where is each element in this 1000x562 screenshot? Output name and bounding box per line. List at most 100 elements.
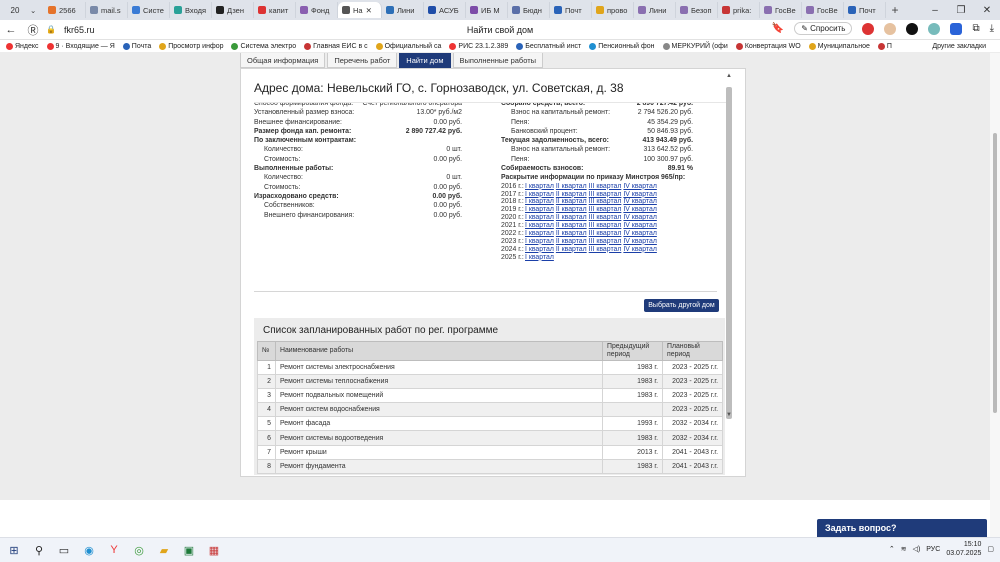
bookmark-item[interactable]: Конвертация WO bbox=[735, 42, 801, 50]
excel-icon[interactable]: ▣ bbox=[178, 539, 200, 561]
quarter-link[interactable]: I квартал bbox=[525, 230, 554, 237]
bookmark-item[interactable]: Бесплатный инст bbox=[516, 42, 581, 50]
wifi-icon[interactable]: ≋ bbox=[901, 545, 907, 553]
bookmark-item[interactable]: Яндекс bbox=[6, 42, 39, 50]
browser-tab[interactable]: Дзен bbox=[212, 2, 254, 18]
quarter-link[interactable]: III квартал bbox=[589, 230, 622, 237]
chrome-icon[interactable]: ◎ bbox=[128, 539, 150, 561]
bookmark-item[interactable]: МЕРКУРИЙ (офи bbox=[662, 42, 728, 50]
browser-tab[interactable]: Бюдн bbox=[508, 2, 550, 18]
maximize-icon[interactable]: ❐ bbox=[948, 5, 974, 16]
quarter-link[interactable]: I квартал bbox=[525, 246, 554, 253]
extension-icon[interactable] bbox=[950, 22, 963, 35]
page-scrollbar[interactable] bbox=[990, 53, 1000, 537]
quarter-link[interactable]: II квартал bbox=[556, 183, 587, 190]
yandex-browser-icon[interactable]: Y bbox=[103, 539, 125, 561]
quarter-link[interactable]: IV квартал bbox=[623, 206, 656, 213]
bookmark-item[interactable]: 9 · Входящие — Я bbox=[46, 42, 115, 50]
extension-icon[interactable] bbox=[884, 22, 897, 35]
extensions-icon[interactable]: ⧉ bbox=[972, 23, 979, 34]
quarter-link[interactable]: I квартал bbox=[525, 183, 554, 190]
quarter-link[interactable]: III квартал bbox=[589, 198, 622, 205]
url-field[interactable]: fkr65.ru bbox=[64, 25, 95, 35]
quarter-link[interactable]: IV квартал bbox=[623, 198, 656, 205]
chevron-up-icon[interactable]: ⌃ bbox=[889, 545, 895, 553]
search-icon[interactable]: ⚲ bbox=[28, 539, 50, 561]
browser-tab[interactable]: На ✕ bbox=[338, 2, 382, 18]
browser-tab[interactable]: Лини bbox=[382, 2, 424, 18]
bookmark-item[interactable]: Главная ЕИС в с bbox=[304, 42, 368, 50]
quarter-link[interactable]: II квартал bbox=[556, 230, 587, 237]
quarter-link[interactable]: IV квартал bbox=[623, 222, 656, 229]
quarter-link[interactable]: III квартал bbox=[589, 222, 622, 229]
quarter-link[interactable]: II квартал bbox=[556, 238, 587, 245]
nav-tab[interactable]: Выполненные работы bbox=[452, 53, 544, 68]
quarter-link[interactable]: II квартал bbox=[556, 206, 587, 213]
tab-list-icon[interactable]: ⌄ bbox=[26, 2, 44, 18]
browser-tab[interactable]: капит bbox=[254, 2, 296, 18]
task-view-icon[interactable]: ▭ bbox=[53, 539, 75, 561]
browser-tab[interactable]: АСУБ bbox=[424, 2, 466, 18]
bookmark-item[interactable]: Система электро bbox=[231, 42, 296, 50]
browser-tab[interactable]: 2566 bbox=[44, 2, 86, 18]
nav-tab[interactable]: Перечень работ bbox=[327, 53, 398, 68]
browser-tab[interactable]: Входя bbox=[170, 2, 212, 18]
scroll-down-icon[interactable]: ▼ bbox=[725, 412, 733, 418]
quarter-link[interactable]: III квартал bbox=[589, 183, 622, 190]
quarter-link[interactable]: IV квартал bbox=[623, 238, 656, 245]
browser-tab[interactable]: prika: bbox=[718, 2, 760, 18]
clock[interactable]: 15:10 03.07.2025 bbox=[946, 540, 981, 558]
quarter-link[interactable]: IV квартал bbox=[623, 230, 656, 237]
bookmark-item[interactable]: Просмотр инфор bbox=[159, 42, 223, 50]
browser-tab[interactable]: ГосВе bbox=[760, 2, 802, 18]
ask-button[interactable]: ✎ Спросить bbox=[794, 22, 853, 35]
bookmark-item[interactable]: Почта bbox=[122, 42, 151, 50]
bookmark-item[interactable]: Пенсионный фон bbox=[589, 42, 655, 50]
quarter-link[interactable]: I квартал bbox=[525, 206, 554, 213]
bookmark-item[interactable]: Муниципальное bbox=[808, 42, 870, 50]
quarter-link[interactable]: III квартал bbox=[589, 246, 622, 253]
browser-tab[interactable]: Систе bbox=[128, 2, 170, 18]
quarter-link[interactable]: IV квартал bbox=[623, 214, 656, 221]
ask-question-button[interactable]: Задать вопрос? bbox=[817, 519, 987, 537]
notifications-icon[interactable]: ▢ bbox=[987, 545, 994, 553]
quarter-link[interactable]: I квартал bbox=[525, 222, 554, 229]
browser-tab[interactable]: Лини bbox=[634, 2, 676, 18]
file-explorer-icon[interactable]: ▰ bbox=[153, 539, 175, 561]
tab-count-button[interactable]: 20 bbox=[4, 2, 26, 18]
browser-tab[interactable]: ИБ М bbox=[466, 2, 508, 18]
quarter-link[interactable]: IV квартал bbox=[623, 246, 656, 253]
app-icon[interactable]: ▦ bbox=[203, 539, 225, 561]
quarter-link[interactable]: IV квартал bbox=[623, 191, 656, 198]
quarter-link[interactable]: I квартал bbox=[525, 254, 554, 261]
close-icon[interactable]: ✕ bbox=[974, 5, 1000, 16]
quarter-link[interactable]: I квартал bbox=[525, 191, 554, 198]
browser-tab[interactable]: прово bbox=[592, 2, 634, 18]
extension-icon[interactable] bbox=[906, 22, 919, 35]
quarter-link[interactable]: I квартал bbox=[525, 198, 554, 205]
quarter-link[interactable]: II квартал bbox=[556, 191, 587, 198]
quarter-link[interactable]: II квартал bbox=[556, 214, 587, 221]
nav-tab[interactable]: Найти дом bbox=[399, 53, 451, 68]
quarter-link[interactable]: II квартал bbox=[556, 222, 587, 229]
quarter-link[interactable]: IV квартал bbox=[623, 183, 656, 190]
windows-start-icon[interactable]: ⊞ bbox=[3, 539, 25, 561]
extension-icon[interactable] bbox=[862, 22, 875, 35]
browser-tab[interactable]: Безоп bbox=[676, 2, 718, 18]
tab-close-icon[interactable]: ✕ bbox=[366, 6, 372, 15]
bookmark-item[interactable]: П bbox=[877, 42, 892, 50]
quarter-link[interactable]: III квартал bbox=[589, 206, 622, 213]
quarter-link[interactable]: II квартал bbox=[556, 246, 587, 253]
quarter-link[interactable]: II квартал bbox=[556, 198, 587, 205]
bookmark-icon[interactable]: 🔖 bbox=[772, 23, 784, 34]
quarter-link[interactable]: III квартал bbox=[589, 238, 622, 245]
back-icon[interactable]: ← bbox=[0, 24, 22, 36]
lock-icon[interactable]: 🔒 bbox=[44, 25, 58, 34]
other-bookmarks[interactable]: Другие закладки bbox=[928, 42, 986, 50]
minimize-icon[interactable]: – bbox=[922, 5, 948, 16]
quarter-link[interactable]: I квартал bbox=[525, 214, 554, 221]
scrollbar-thumb[interactable] bbox=[726, 87, 732, 419]
quarter-link[interactable]: III квартал bbox=[589, 214, 622, 221]
language-indicator[interactable]: РУС bbox=[926, 546, 940, 553]
browser-tab[interactable]: Почт bbox=[550, 2, 592, 18]
